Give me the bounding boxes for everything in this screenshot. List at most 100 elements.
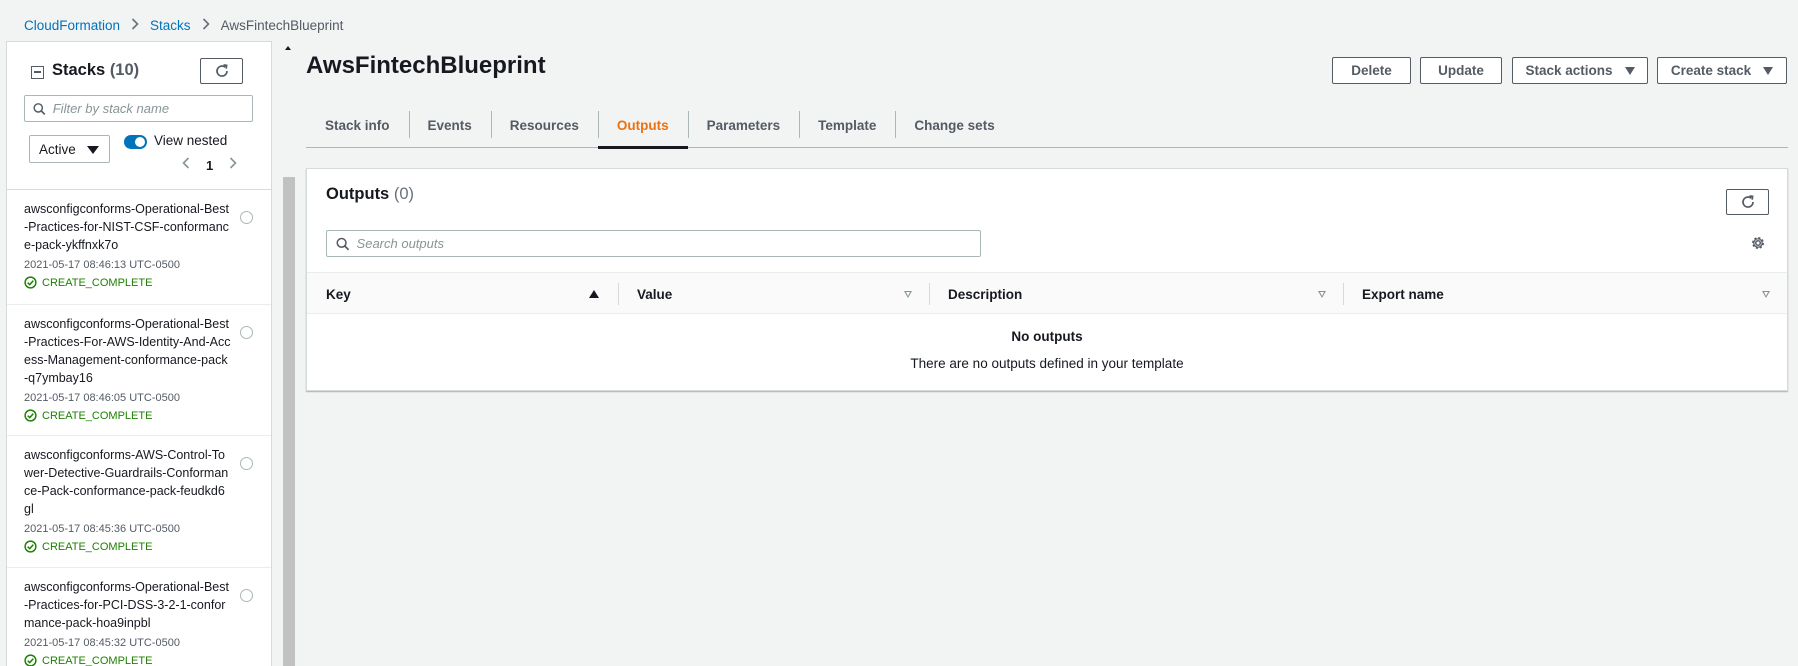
breadcrumb-current: AwsFintechBlueprint [220, 18, 344, 33]
breadcrumb: CloudFormation Stacks AwsFintechBlueprin… [24, 18, 343, 33]
page-title: AwsFintechBlueprint [306, 52, 546, 79]
pagination: 1 [182, 156, 237, 174]
status-success-icon [24, 276, 37, 289]
caret-down-icon [1763, 66, 1774, 75]
gear-icon[interactable] [1750, 235, 1766, 254]
stack-actions-button[interactable]: Stack actions [1512, 57, 1648, 84]
outputs-title-text: Outputs [326, 185, 390, 203]
previous-page-icon[interactable] [182, 156, 190, 174]
column-export-name-label: Export name [1362, 286, 1444, 302]
status-filter-value: Active [39, 141, 76, 157]
stack-list: awsconfigconforms-Operational-Best-Pract… [7, 190, 271, 666]
column-header-description[interactable]: Description [948, 273, 1298, 315]
page-number[interactable]: 1 [206, 158, 213, 173]
stack-select-radio[interactable] [240, 326, 253, 339]
caret-down-icon [1624, 66, 1635, 75]
outputs-refresh-button[interactable] [1726, 189, 1769, 215]
stack-select-radio[interactable] [240, 457, 253, 470]
empty-state-description: There are no outputs defined in your tem… [910, 356, 1184, 371]
stack-name[interactable]: awsconfigconforms-Operational-Best-Pract… [24, 200, 231, 254]
outputs-panel: Outputs (0) Key Value [306, 168, 1788, 391]
stack-status: CREATE_COMPLETE [24, 276, 231, 289]
search-icon [336, 237, 350, 250]
view-nested-label: View nested [154, 133, 228, 148]
tab-template[interactable]: Template [799, 102, 895, 148]
stack-filter-field[interactable] [24, 95, 253, 122]
status-success-icon [24, 654, 37, 666]
column-header-value[interactable]: Value [637, 273, 867, 315]
breadcrumb-stacks-link[interactable]: Stacks [150, 18, 191, 33]
stack-detail-tabs: Stack info Events Resources Outputs Para… [306, 102, 1788, 149]
stacks-count: (10) [109, 61, 140, 79]
column-description-label: Description [948, 286, 1023, 302]
stack-status: CREATE_COMPLETE [24, 540, 231, 553]
caret-down-icon [87, 146, 99, 154]
tab-resources[interactable]: Resources [490, 102, 598, 148]
empty-state-title: No outputs [1011, 329, 1083, 344]
collapse-panel-icon[interactable] [31, 66, 44, 79]
tab-stack-info[interactable]: Stack info [306, 102, 409, 148]
refresh-icon [1741, 195, 1754, 208]
stack-status-text: CREATE_COMPLETE [42, 654, 153, 666]
outputs-search-field[interactable] [326, 230, 981, 257]
stack-filter-input[interactable] [52, 101, 252, 116]
column-divider [618, 283, 619, 305]
chevron-right-icon [202, 18, 210, 33]
status-success-icon [24, 409, 37, 422]
scroll-up-arrow-icon[interactable] [285, 46, 291, 50]
create-stack-button[interactable]: Create stack [1657, 57, 1787, 84]
tab-parameters[interactable]: Parameters [687, 102, 800, 148]
chevron-right-icon [131, 18, 139, 33]
stack-name[interactable]: awsconfigconforms-AWS-Control-Tower-Dete… [24, 446, 231, 518]
delete-button[interactable]: Delete [1332, 57, 1411, 84]
scrollbar-thumb[interactable] [283, 177, 295, 666]
column-header-key[interactable]: Key [326, 273, 576, 315]
tab-change-sets[interactable]: Change sets [895, 102, 1013, 148]
column-header-export-name[interactable]: Export name [1362, 273, 1712, 315]
stack-name[interactable]: awsconfigconforms-Operational-Best-Pract… [24, 315, 231, 387]
stacks-refresh-button[interactable] [200, 58, 243, 84]
next-page-icon[interactable] [229, 156, 237, 174]
stack-select-radio[interactable] [240, 589, 253, 602]
stack-status-text: CREATE_COMPLETE [42, 276, 153, 289]
outputs-count: (0) [393, 185, 415, 203]
delete-button-label: Delete [1351, 63, 1392, 78]
update-button-label: Update [1438, 63, 1484, 78]
stacks-panel-header: Stacks (10) Active View nested 1 [7, 42, 271, 190]
column-value-label: Value [637, 286, 673, 302]
stack-status-text: CREATE_COMPLETE [42, 409, 153, 422]
column-divider [929, 283, 930, 305]
sort-toggle-icon[interactable] [1318, 291, 1326, 298]
tab-events[interactable]: Events [408, 102, 491, 148]
stacks-panel-title: Stacks (10) [52, 61, 139, 80]
stack-select-radio[interactable] [240, 211, 253, 224]
sort-ascending-icon[interactable] [589, 290, 599, 298]
sort-toggle-icon[interactable] [904, 291, 912, 298]
outputs-search-input[interactable] [356, 236, 980, 251]
stack-created-date: 2021-05-17 08:45:32 UTC-0500 [24, 637, 180, 649]
stacks-title-text: Stacks [52, 61, 106, 79]
tab-outputs[interactable]: Outputs [597, 102, 688, 149]
stacks-panel: Stacks (10) Active View nested 1 [6, 41, 272, 666]
stacks-scrollbar[interactable] [282, 41, 296, 666]
view-nested-toggle[interactable] [124, 135, 147, 149]
column-divider [1343, 283, 1344, 305]
stack-list-item[interactable]: awsconfigconforms-AWS-Control-Tower-Dete… [7, 436, 271, 568]
stack-name[interactable]: awsconfigconforms-Operational-Best-Pract… [24, 578, 231, 632]
stack-actions-label: Stack actions [1525, 63, 1613, 78]
update-button[interactable]: Update [1420, 57, 1502, 84]
stack-list-item[interactable]: awsconfigconforms-Operational-Best-Pract… [7, 190, 271, 305]
stack-list-item[interactable]: awsconfigconforms-Operational-Best-Pract… [7, 305, 271, 436]
outputs-table-header: Key Value Description Export name [307, 272, 1787, 314]
stack-created-date: 2021-05-17 08:46:05 UTC-0500 [24, 392, 180, 404]
search-icon [33, 102, 46, 115]
stack-list-item[interactable]: awsconfigconforms-Operational-Best-Pract… [7, 568, 271, 666]
status-filter-select[interactable]: Active [29, 135, 110, 163]
refresh-icon [215, 64, 228, 77]
sort-toggle-icon[interactable] [1762, 291, 1770, 298]
create-stack-label: Create stack [1670, 63, 1752, 78]
breadcrumb-cloudformation-link[interactable]: CloudFormation [24, 18, 120, 33]
stack-status: CREATE_COMPLETE [24, 654, 231, 666]
status-success-icon [24, 540, 37, 553]
stack-status-text: CREATE_COMPLETE [42, 540, 153, 553]
